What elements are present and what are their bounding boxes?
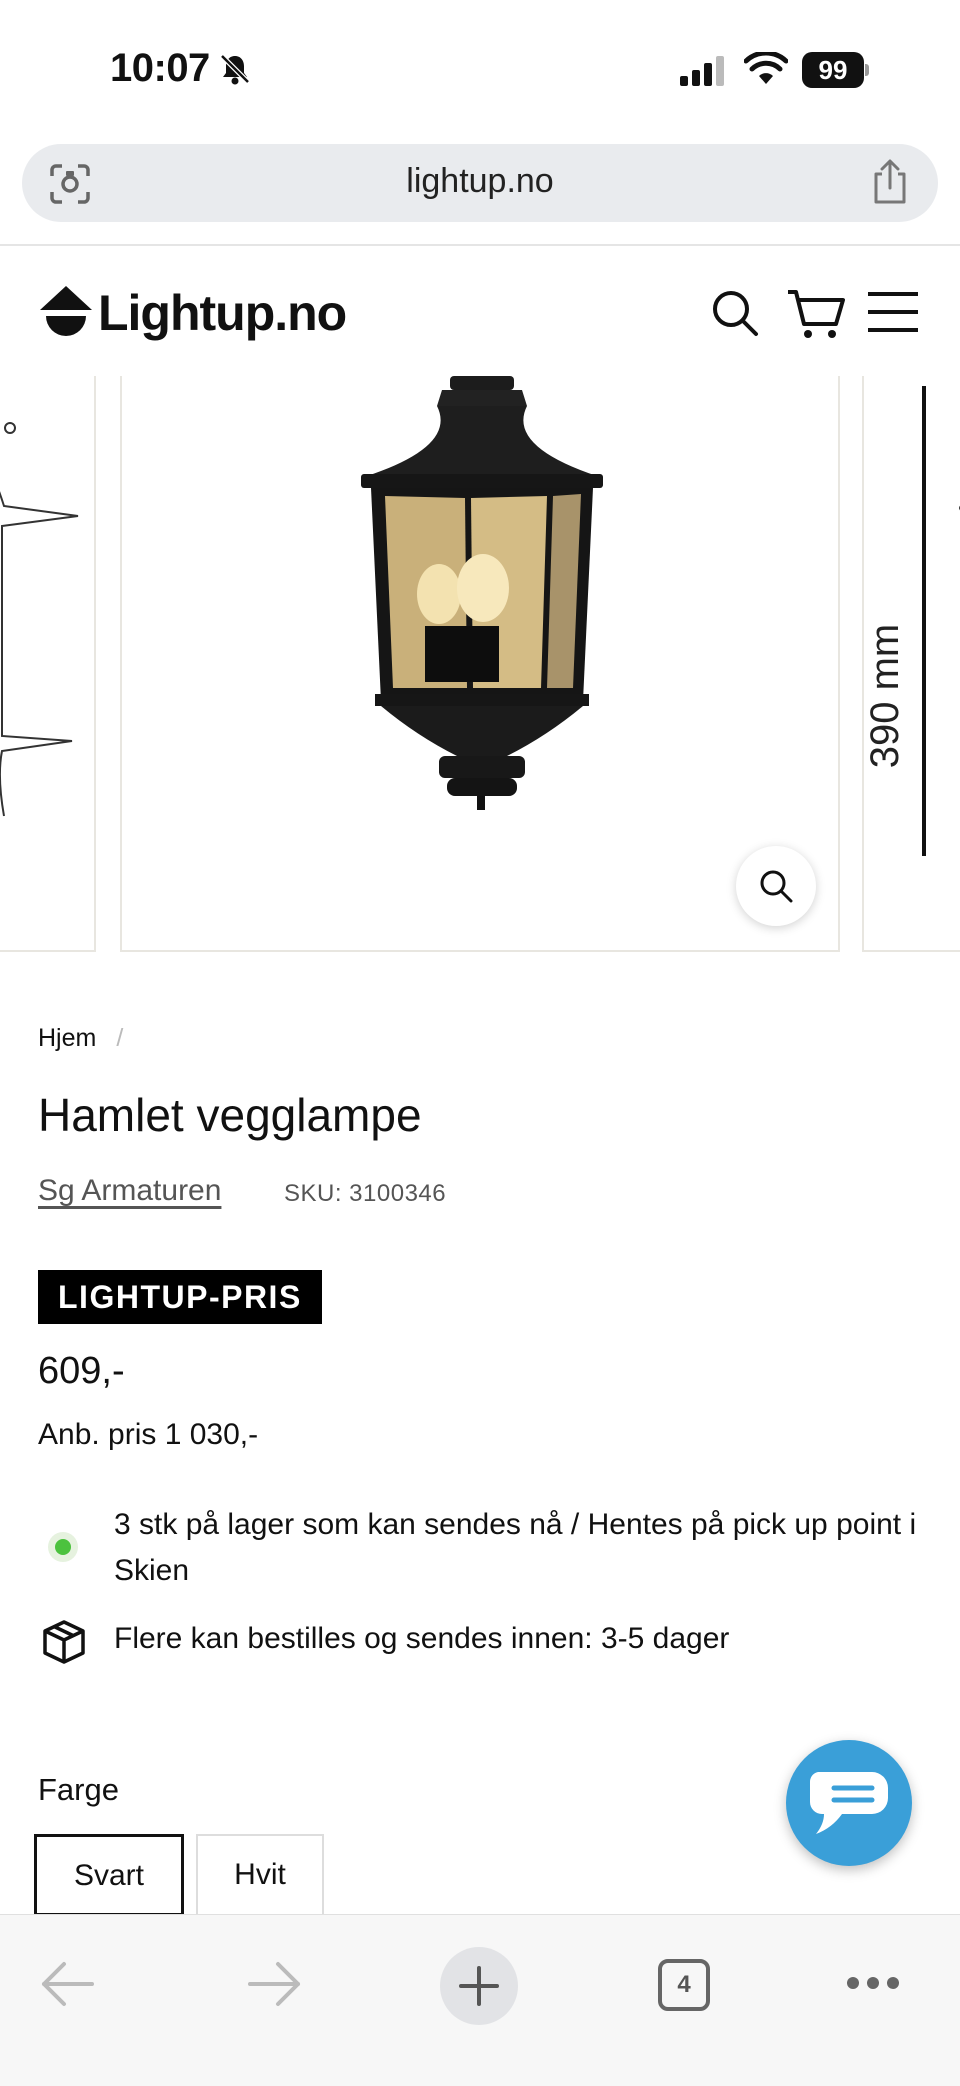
delivery-info: Flere kan bestilles og sendes innen: 3-5… — [114, 1622, 730, 1655]
back-arrow-icon[interactable] — [40, 1959, 96, 2009]
battery-level: 99 — [802, 52, 864, 88]
dimension-label: 390 mm — [864, 624, 907, 769]
status-bar: 10:07 99 — [0, 0, 960, 140]
cellular-signal-icon — [680, 56, 724, 86]
gallery-slide-main[interactable] — [120, 376, 840, 952]
package-box-icon — [43, 1620, 85, 1664]
zoom-search-icon — [760, 870, 793, 903]
breadcrumb: Hjem / — [38, 1024, 123, 1053]
breadcrumb-separator: / — [116, 1024, 124, 1052]
cart-icon[interactable] — [786, 286, 846, 342]
chat-button[interactable] — [786, 1740, 912, 1866]
color-label: Farge — [38, 1772, 119, 1807]
color-option-svart[interactable]: Svart — [34, 1834, 184, 1916]
browser-toolbar: 4 — [0, 1914, 960, 2086]
stock-status: 3 stk på lager som kan sendes nå / Hente… — [114, 1508, 917, 1587]
in-stock-dot-icon — [48, 1532, 78, 1562]
product-gallery[interactable]: 390 mm — [0, 376, 960, 954]
search-icon[interactable] — [710, 288, 760, 338]
status-time: 10:07 — [110, 46, 210, 90]
zoom-button[interactable] — [736, 846, 816, 926]
color-option-hvit[interactable]: Hvit — [196, 1834, 324, 1916]
plus-icon — [459, 1966, 499, 2006]
share-icon[interactable] — [870, 158, 910, 206]
new-tab-button[interactable] — [440, 1947, 518, 2025]
brand-link[interactable]: Sg Armaturen — [38, 1174, 221, 1208]
chat-bubble-icon — [809, 1772, 888, 1834]
wall-lamp-image — [361, 376, 603, 810]
logo-text[interactable]: Lightup.no — [98, 284, 347, 342]
recommended-price: Anb. pris 1 030,- — [38, 1418, 259, 1451]
price-badge: LIGHTUP-PRIS — [38, 1270, 322, 1324]
dimension-drawing-image: 390 mm — [863, 386, 960, 856]
tab-switcher-button[interactable]: 4 — [658, 1959, 710, 2011]
breadcrumb-home-link[interactable]: Hjem — [38, 1024, 96, 1052]
product-title: Hamlet vegglampe — [38, 1089, 422, 1141]
lamp-drawing-image — [0, 422, 79, 817]
url-text[interactable]: lightup.no — [22, 162, 938, 201]
product-price: 609,- — [38, 1350, 125, 1392]
logo-lamp-icon[interactable] — [38, 284, 94, 342]
site-header: Lightup.no — [0, 246, 960, 376]
address-bar[interactable]: lightup.no — [22, 144, 938, 222]
bell-slash-icon — [220, 54, 250, 85]
gallery-slide-next[interactable]: 390 mm — [862, 376, 960, 952]
forward-arrow-icon[interactable] — [246, 1959, 302, 2009]
hamburger-menu-icon[interactable] — [866, 290, 920, 334]
gallery-slide-previous[interactable] — [0, 376, 96, 952]
product-sku: SKU: 3100346 — [284, 1180, 447, 1207]
battery-indicator: 99 — [802, 52, 870, 88]
battery-tip — [865, 64, 869, 76]
wifi-icon — [744, 52, 788, 84]
more-options-icon[interactable] — [846, 1975, 900, 1991]
